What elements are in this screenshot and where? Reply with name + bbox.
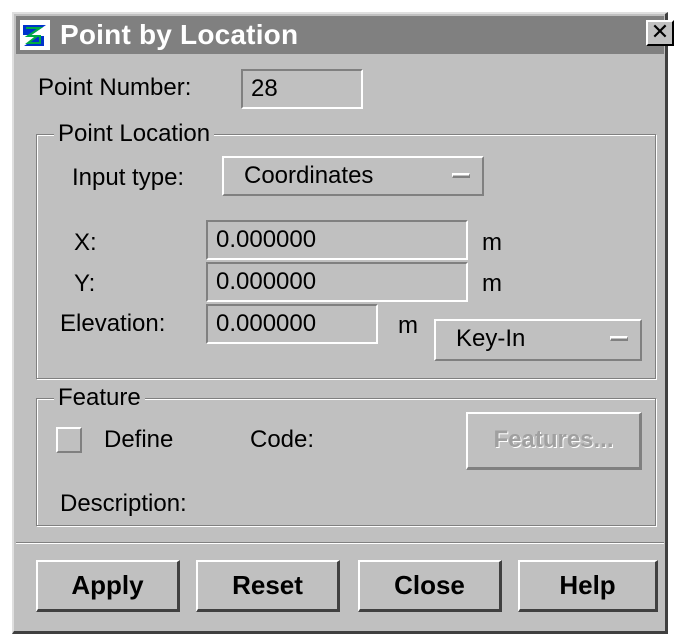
elevation-mode-selected: Key-In (456, 325, 526, 352)
help-button[interactable]: Help (518, 560, 658, 612)
define-checkbox[interactable] (56, 427, 82, 453)
y-unit: m (482, 270, 502, 297)
elevation-input[interactable]: 0.000000 (206, 304, 378, 344)
x-unit: m (482, 229, 502, 256)
feature-group-title: Feature (54, 384, 145, 412)
code-label: Code: (250, 426, 315, 453)
input-type-selected: Coordinates (244, 162, 374, 189)
x-label: X: (74, 229, 97, 256)
title-bar[interactable]: Point by Location ✕ (16, 16, 674, 54)
description-label: Description: (60, 490, 187, 517)
app-logo-icon (20, 20, 50, 50)
button-separator (16, 542, 664, 544)
option-menu-indicator-icon (610, 336, 628, 341)
close-icon: ✕ (650, 19, 670, 44)
reset-button[interactable]: Reset (196, 560, 340, 612)
option-menu-indicator-icon (452, 173, 470, 178)
elevation-label: Elevation: (60, 310, 166, 337)
define-label: Define (104, 426, 174, 453)
x-coordinate-input[interactable]: 0.000000 (206, 220, 468, 260)
y-label: Y: (74, 270, 96, 297)
elevation-mode-dropdown[interactable]: Key-In (434, 319, 642, 361)
point-location-group-title: Point Location (54, 120, 215, 148)
window-title: Point by Location (60, 19, 299, 50)
close-window-button[interactable]: ✕ (646, 20, 674, 46)
input-type-dropdown[interactable]: Coordinates (222, 156, 484, 196)
close-button[interactable]: Close (358, 560, 502, 612)
elevation-unit: m (398, 312, 418, 339)
apply-button[interactable]: Apply (36, 560, 180, 612)
point-by-location-dialog: Point by Location ✕ Point Number: 28 Poi… (12, 12, 674, 634)
point-number-field[interactable]: 28 (241, 69, 363, 109)
features-button[interactable]: Features... (466, 412, 642, 470)
y-coordinate-input[interactable]: 0.000000 (206, 262, 468, 302)
input-type-label: Input type: (72, 164, 185, 191)
point-number-label: Point Number: (38, 74, 192, 101)
